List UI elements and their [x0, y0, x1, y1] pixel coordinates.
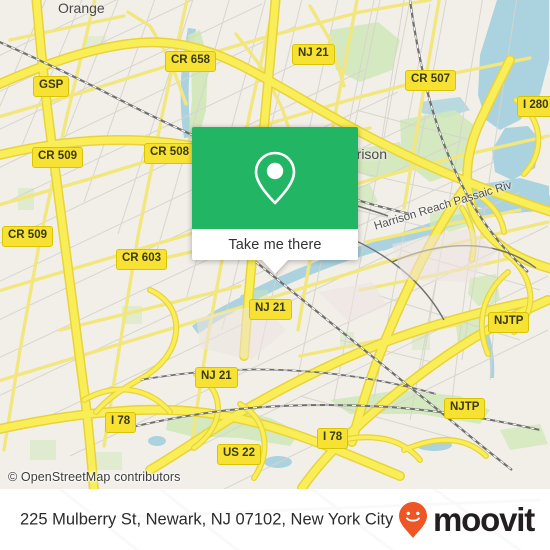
popup-pointer-tail [261, 259, 289, 274]
popup-header [192, 127, 358, 229]
map-pin-icon [254, 151, 296, 205]
road-shield-cr-509-left: CR 509 [2, 226, 53, 247]
road-shield-nj-21-top: NJ 21 [292, 44, 335, 65]
road-shield-nj-21-lower: NJ 21 [195, 367, 238, 388]
address-text: 225 Mulberry St, Newark, NJ 07102, New Y… [20, 510, 394, 528]
road-shield-i-280: I 280 [517, 96, 550, 117]
moovit-wordmark: moovit [433, 501, 535, 538]
moovit-smiley-pin-icon [399, 501, 428, 538]
location-popup-card[interactable]: Take me there [192, 127, 358, 274]
road-shield-cr-509-top: CR 509 [32, 147, 83, 168]
road-shield-us-22: US 22 [217, 444, 261, 465]
road-shield-cr-603: CR 603 [116, 249, 167, 270]
road-shield-i-78-left: I 78 [105, 412, 137, 433]
footer-bar: 225 Mulberry St, Newark, NJ 07102, New Y… [0, 489, 550, 550]
map-screenshot: CR 658 NJ 21 CR 507 I 280 GSP CR 509 CR 508 CR … [0, 0, 550, 550]
take-me-there-button[interactable]: Take me there [192, 229, 358, 260]
road-shield-cr-508: CR 508 [144, 143, 195, 164]
road-shield-gsp: GSP [33, 76, 70, 97]
take-me-there-label: Take me there [228, 236, 322, 253]
road-shield-njtp-lower: NJTP [444, 398, 486, 419]
moovit-brand: moovit [398, 501, 535, 539]
road-shield-nj-21-mid: NJ 21 [249, 299, 292, 320]
road-shield-cr-658: CR 658 [165, 51, 216, 72]
osm-attribution: © OpenStreetMap contributors [8, 470, 181, 484]
road-shield-cr-507: CR 507 [405, 70, 456, 91]
road-shield-njtp-upper: NJTP [488, 312, 530, 333]
road-shield-i-78-right: I 78 [317, 428, 349, 449]
place-label-orange: Orange [58, 0, 105, 16]
